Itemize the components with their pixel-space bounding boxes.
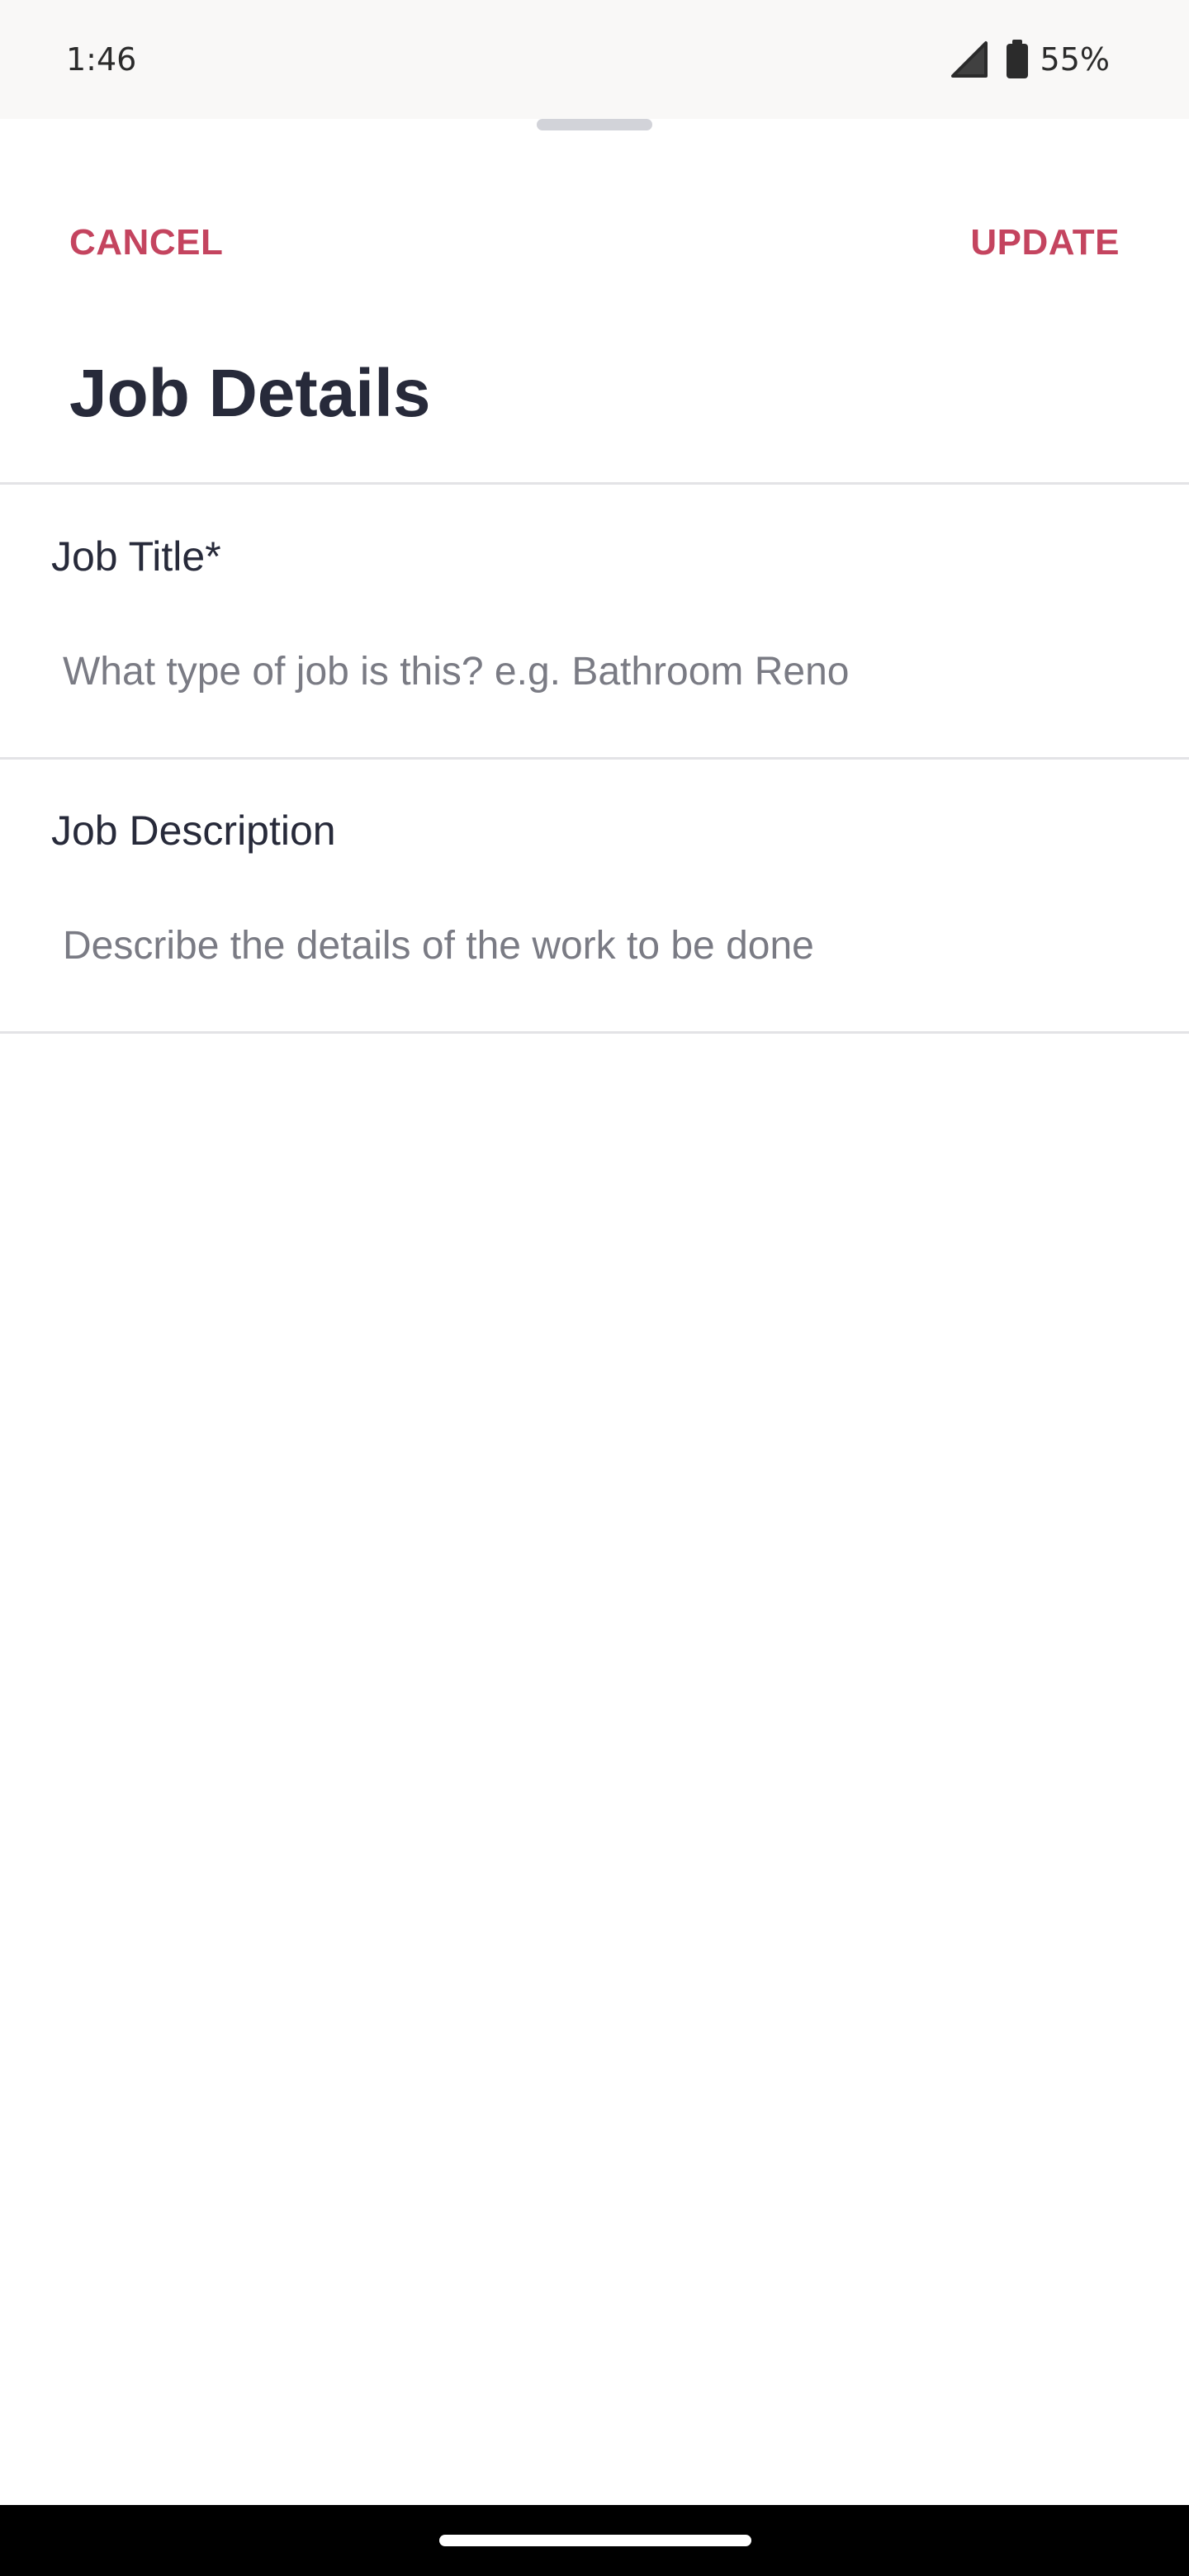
- status-bar: 1:46 55%: [0, 0, 1189, 119]
- battery-percent: 55%: [1040, 41, 1110, 78]
- divider: [0, 757, 1189, 760]
- cancel-button[interactable]: CANCEL: [69, 216, 223, 269]
- update-button[interactable]: UPDATE: [970, 216, 1120, 269]
- sheet-drag-handle[interactable]: [537, 119, 652, 130]
- job-title-label: Job Title*: [51, 533, 221, 580]
- battery-icon: [1006, 40, 1028, 78]
- status-icons: 55%: [950, 36, 1110, 83]
- page-title: Job Details: [69, 356, 431, 431]
- divider: [0, 482, 1189, 485]
- job-title-input[interactable]: [51, 634, 1138, 708]
- job-description-label: Job Description: [51, 807, 336, 854]
- status-time: 1:46: [66, 41, 137, 78]
- job-description-input[interactable]: [51, 908, 1138, 983]
- divider: [0, 1031, 1189, 1034]
- home-indicator[interactable]: [439, 2535, 751, 2546]
- signal-icon: [950, 41, 988, 78]
